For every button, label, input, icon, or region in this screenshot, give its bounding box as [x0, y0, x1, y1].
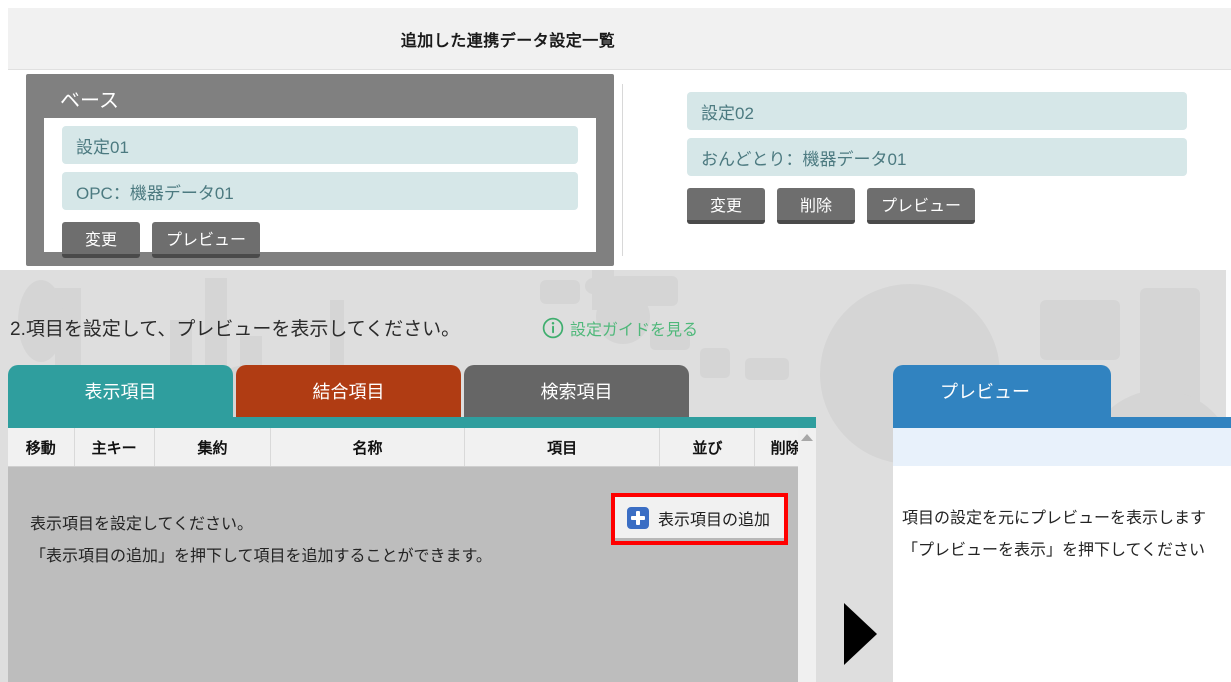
base-data-source[interactable]: OPC：機器データ01	[62, 172, 578, 210]
column-header-primary-key: 主キー	[75, 428, 155, 466]
preview-empty-message: 項目の設定を元にプレビューを表示します 「プレビューを表示」を押下してください	[902, 503, 1206, 567]
add-display-item-highlight: 表示項目の追加	[611, 493, 788, 545]
column-header-move: 移動	[8, 428, 75, 466]
base-preview-button[interactable]: プレビュー	[152, 222, 260, 258]
page-title: 追加した連携データ設定一覧	[8, 8, 1231, 70]
preview-card: プレビュー 項目の設定を元にプレビューを表示します 「プレビューを表示」を押下し…	[893, 417, 1231, 682]
triangle-right-icon	[844, 603, 877, 665]
added-setting-panel: 設定02 おんどとり：機器データ01 変更 削除 プレビュー	[622, 84, 1222, 256]
setting-guide-label: 設定ガイドを見る	[570, 316, 698, 340]
tab-preview-label: プレビュー	[940, 378, 1030, 404]
plus-square-icon	[627, 507, 649, 529]
items-table-header-row: 移動 主キー 集約 名称 項目 並び 削除	[8, 428, 816, 467]
preview-empty-message-line2: 「プレビューを表示」を押下してください	[902, 535, 1206, 567]
items-table-scrollbar[interactable]	[798, 428, 816, 682]
base-change-button[interactable]: 変更	[62, 222, 140, 258]
header-band: 追加した連携データ設定一覧	[8, 8, 1231, 70]
items-empty-message-line1: 表示項目を設定してください。	[30, 509, 492, 541]
item-tabs: 表示項目 結合項目 検索項目	[8, 365, 689, 417]
base-setting-panel: ベース 設定01 OPC：機器データ01 変更 プレビュー	[26, 74, 614, 266]
added-change-button[interactable]: 変更	[687, 188, 765, 224]
setting-guide-link[interactable]: 設定ガイドを見る	[542, 316, 698, 340]
column-header-aggregate: 集約	[155, 428, 271, 466]
preview-accent-bar	[893, 417, 1231, 428]
base-panel-body: 設定01 OPC：機器データ01 変更 プレビュー	[44, 118, 596, 252]
column-header-sort: 並び	[660, 428, 755, 466]
tab-display-items-label: 表示項目	[85, 378, 157, 404]
added-data-source[interactable]: おんどとり：機器データ01	[687, 138, 1187, 176]
items-table-card: 移動 主キー 集約 名称 項目 並び 削除 表示項目を設定してください。 「表示…	[8, 417, 816, 682]
settings-strip: ベース 設定01 OPC：機器データ01 変更 プレビュー 設定02 おんどとり…	[8, 70, 1231, 270]
app-root: 追加した連携データ設定一覧 ベース 設定01 OPC：機器データ01 変更 プレ…	[0, 0, 1231, 682]
base-setting-name[interactable]: 設定01	[62, 126, 578, 164]
tab-join-items-label: 結合項目	[313, 378, 385, 404]
add-display-item-button[interactable]: 表示項目の追加	[615, 497, 784, 541]
tab-display-items[interactable]: 表示項目	[8, 365, 233, 417]
scroll-up-arrow-icon[interactable]	[801, 434, 813, 441]
base-button-row: 変更 プレビュー	[62, 222, 596, 258]
base-panel-title: ベース	[60, 84, 119, 113]
column-header-name: 名称	[271, 428, 465, 466]
add-display-item-label: 表示項目の追加	[658, 506, 770, 530]
added-preview-button[interactable]: プレビュー	[867, 188, 975, 224]
items-table-accent-bar	[8, 417, 816, 428]
info-circle-icon	[542, 317, 564, 339]
tab-search-items[interactable]: 検索項目	[464, 365, 689, 417]
added-delete-button[interactable]: 削除	[777, 188, 855, 224]
tab-search-items-label: 検索項目	[541, 378, 613, 404]
step2-heading: 2.項目を設定して、プレビューを表示してください。	[10, 314, 460, 341]
tab-preview[interactable]: プレビュー	[893, 365, 1111, 417]
added-setting-name[interactable]: 設定02	[687, 92, 1187, 130]
tab-join-items[interactable]: 結合項目	[236, 365, 461, 417]
items-empty-message-line2: 「表示項目の追加」を押下して項目を追加することができます。	[30, 541, 492, 573]
preview-toolbar-band	[893, 428, 1231, 466]
preview-empty-message-line1: 項目の設定を元にプレビューを表示します	[902, 503, 1206, 535]
added-button-row: 変更 削除 プレビュー	[687, 188, 1222, 224]
column-header-item: 項目	[465, 428, 661, 466]
preview-body: 項目の設定を元にプレビューを表示します 「プレビューを表示」を押下してください	[893, 466, 1231, 682]
items-empty-message: 表示項目を設定してください。 「表示項目の追加」を押下して項目を追加することがで…	[30, 509, 492, 573]
items-table-body: 表示項目を設定してください。 「表示項目の追加」を押下して項目を追加することがで…	[8, 467, 798, 682]
